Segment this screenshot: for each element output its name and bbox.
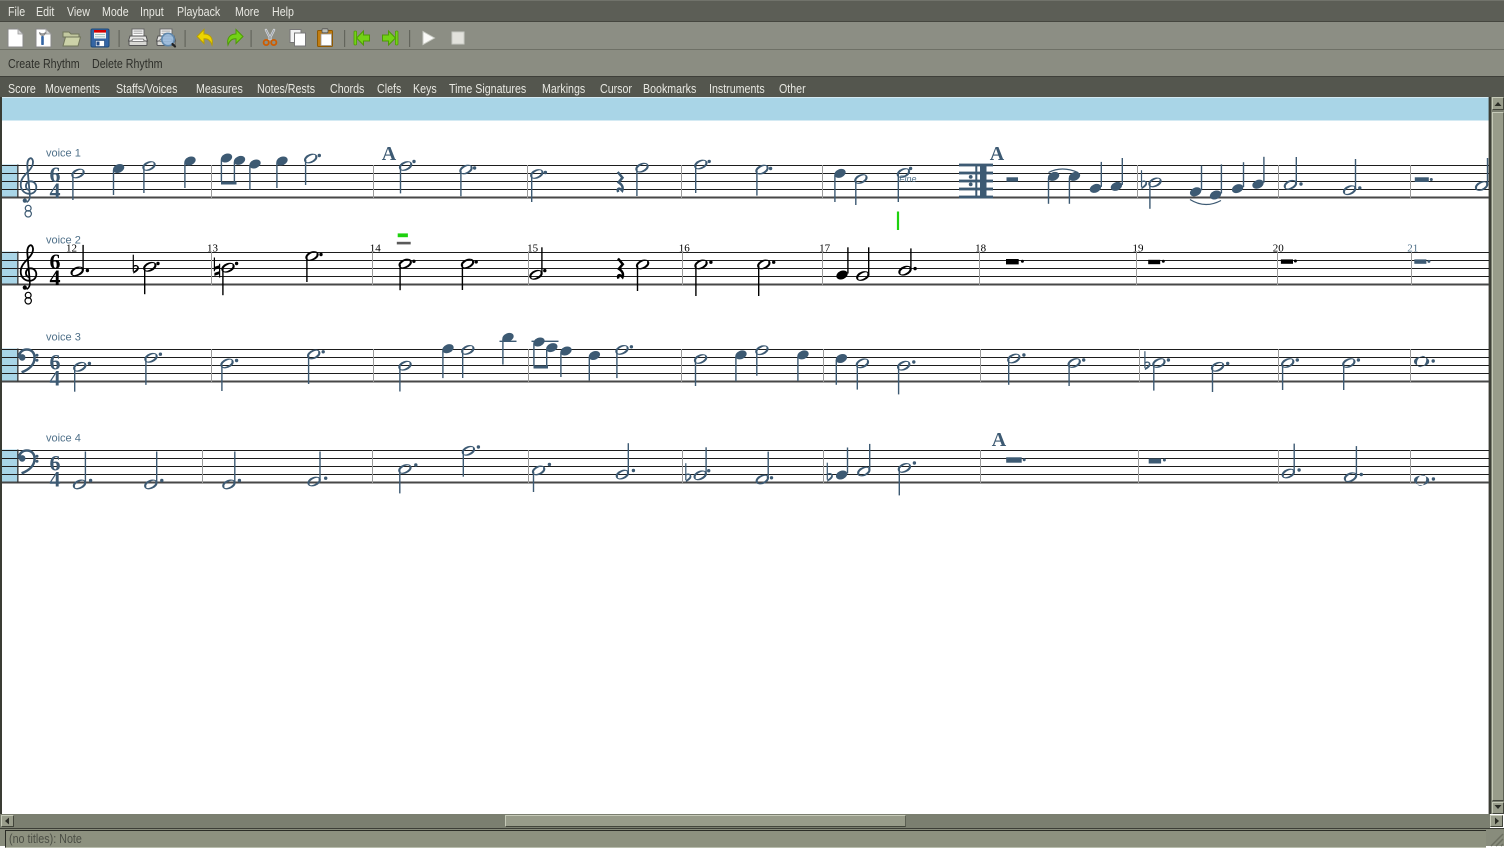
svg-text:13: 13 bbox=[207, 243, 219, 255]
svg-text:19: 19 bbox=[1133, 243, 1145, 255]
svg-text:18: 18 bbox=[975, 243, 987, 255]
svg-text:A: A bbox=[382, 143, 397, 165]
svg-text:15: 15 bbox=[527, 243, 539, 255]
svg-text:4: 4 bbox=[50, 265, 61, 290]
svg-text:A: A bbox=[992, 429, 1007, 451]
svg-text:12: 12 bbox=[66, 243, 77, 255]
svg-text:4: 4 bbox=[50, 366, 61, 391]
svg-text:4: 4 bbox=[50, 467, 61, 492]
svg-text:20: 20 bbox=[1273, 243, 1285, 255]
svg-text:A: A bbox=[990, 143, 1005, 165]
svg-text:16: 16 bbox=[679, 243, 691, 255]
svg-text:4: 4 bbox=[50, 178, 61, 203]
svg-text:21: 21 bbox=[1407, 243, 1418, 255]
svg-text:voice 1: voice 1 bbox=[46, 148, 81, 160]
svg-text:17: 17 bbox=[819, 243, 831, 255]
svg-text:14: 14 bbox=[370, 243, 382, 255]
svg-text:voice 4: voice 4 bbox=[46, 433, 81, 445]
svg-text:voice 3: voice 3 bbox=[46, 332, 81, 344]
